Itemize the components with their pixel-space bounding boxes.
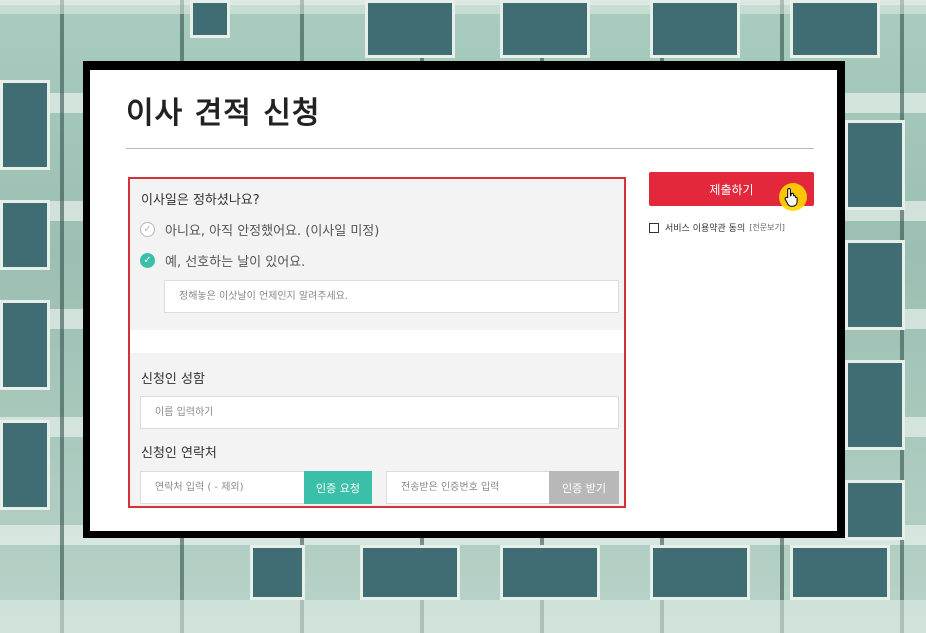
application-form: 이사일은 정하셨나요? ✓ 아니요, 아직 안정했어요. (이사일 미정) ✓ … xyxy=(128,177,626,508)
name-input[interactable] xyxy=(140,396,619,429)
modal-frame: 이사 견적 신청 이사일은 정하셨나요? ✓ 아니요, 아직 안정했어요. (이… xyxy=(83,61,845,538)
terms-link[interactable]: [전문보기] xyxy=(749,222,785,233)
circle-check-outline-icon: ✓ xyxy=(140,222,155,237)
hand-pointer-icon xyxy=(784,187,798,207)
confirm-verification-button[interactable]: 인증 받기 xyxy=(549,471,619,504)
request-verification-button[interactable]: 인증 요청 xyxy=(304,471,372,504)
move-date-question: 이사일은 정하셨나요? xyxy=(141,193,260,208)
name-label: 신청인 성함 xyxy=(141,372,205,387)
option-date-undecided[interactable]: ✓ 아니요, 아직 안정했어요. (이사일 미정) xyxy=(140,220,379,239)
phone-label: 신청인 연락처 xyxy=(141,446,217,461)
terms-checkbox[interactable] xyxy=(649,222,659,233)
phone-input[interactable] xyxy=(140,471,305,504)
page-title: 이사 견적 신청 xyxy=(126,96,321,131)
verification-code-input[interactable] xyxy=(386,471,550,504)
move-date-input[interactable] xyxy=(164,280,619,313)
option-date-undecided-label: 아니요, 아직 안정했어요. (이사일 미정) xyxy=(165,224,380,239)
option-date-decided[interactable]: ✓ 예, 선호하는 날이 있어요. xyxy=(140,251,305,270)
title-divider xyxy=(126,148,814,149)
terms-label: 서비스 이용약관 동의 xyxy=(665,224,746,234)
circle-check-filled-icon: ✓ xyxy=(140,253,155,268)
applicant-section: 신청인 성함 신청인 연락처 인증 요청 인증 받기 xyxy=(130,353,624,506)
terms-agreement: 서비스 이용약관 동의 [전문보기] xyxy=(649,221,785,234)
moving-quote-panel: 이사 견적 신청 이사일은 정하셨나요? ✓ 아니요, 아직 안정했어요. (이… xyxy=(90,70,837,531)
move-date-section: 이사일은 정하셨나요? ✓ 아니요, 아직 안정했어요. (이사일 미정) ✓ … xyxy=(130,179,624,330)
option-date-decided-label: 예, 선호하는 날이 있어요. xyxy=(165,255,306,270)
